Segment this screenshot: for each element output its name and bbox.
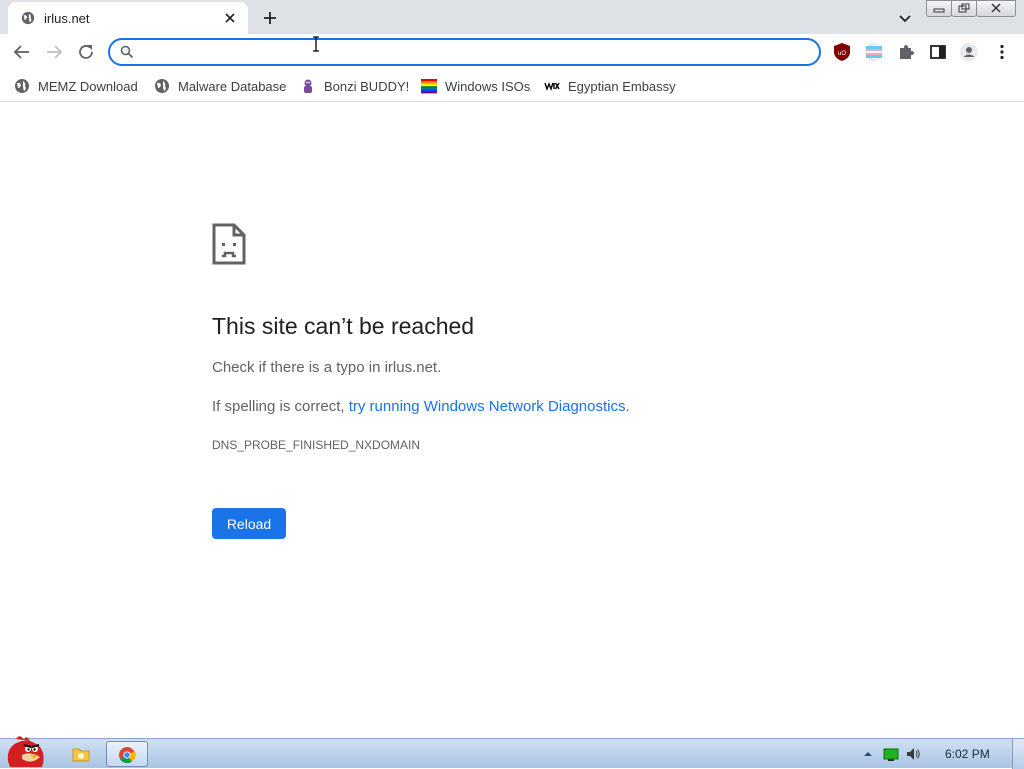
bookmark-label: Egyptian Embassy — [568, 78, 676, 94]
globe-icon — [155, 79, 169, 93]
chrome-icon — [119, 747, 136, 764]
error-typo-hint: Check if there is a typo in irlus.net. — [212, 359, 442, 376]
taskbar: 6:02 PM — [0, 736, 1024, 769]
taskbar-chrome[interactable] — [106, 741, 148, 767]
network-diagnostics-link[interactable]: try running Windows Network Diagnostics — [349, 398, 626, 415]
network-status-icon[interactable] — [883, 746, 899, 762]
puzzle-extensions-icon[interactable] — [896, 42, 916, 62]
bookmarks-bar: MEMZ Download Malware Database Bonzi BUD… — [0, 70, 1024, 102]
bonzi-icon — [304, 79, 312, 93]
reload-button[interactable]: Reload — [212, 508, 286, 539]
text-cursor-icon — [313, 36, 319, 52]
back-arrow-icon[interactable] — [11, 41, 33, 63]
minimize-button[interactable] — [926, 0, 952, 17]
forward-arrow-icon[interactable] — [43, 41, 65, 63]
restore-button[interactable] — [951, 0, 977, 17]
bookmark-label: Windows ISOs — [445, 78, 531, 94]
folder-icon — [72, 748, 90, 762]
restore-icon — [958, 3, 970, 13]
bookmark-bonzi-buddy[interactable]: Bonzi BUDDY! — [300, 76, 409, 96]
error-page: This site can’t be reached Check if ther… — [0, 103, 1024, 738]
address-input[interactable] — [144, 43, 804, 63]
extension-flag-icon[interactable] — [864, 42, 884, 62]
close-window-button[interactable] — [976, 0, 1016, 17]
error-diagnostics-hint: If spelling is correct, try running Wind… — [212, 398, 630, 415]
start-button-angry-bird-icon[interactable] — [2, 731, 50, 769]
tab-title: irlus.net — [44, 11, 90, 26]
bookmark-label: MEMZ Download — [38, 78, 138, 94]
tray-expand-arrow-icon[interactable] — [860, 746, 876, 762]
tab-strip: irlus.net — [0, 0, 1024, 34]
bookmark-egyptian-embassy[interactable]: Egyptian Embassy — [544, 76, 676, 96]
bookmark-label: Bonzi BUDDY! — [324, 78, 410, 94]
error-line2-prefix: If spelling is correct, — [212, 398, 349, 415]
bookmark-label: Malware Database — [178, 78, 287, 94]
close-icon — [991, 3, 1001, 13]
ublock-origin-icon[interactable]: uO — [832, 42, 852, 62]
globe-icon — [21, 11, 35, 25]
bookmark-memz-download[interactable]: MEMZ Download — [14, 76, 138, 96]
rainbow-flag-icon — [421, 79, 437, 94]
sad-document-icon — [212, 223, 246, 265]
side-panel-icon[interactable] — [928, 42, 948, 62]
kebab-menu-icon[interactable] — [992, 42, 1012, 62]
profile-avatar-icon[interactable] — [959, 42, 979, 62]
taskbar-clock[interactable]: 6:02 PM — [945, 747, 990, 761]
chevron-down-icon[interactable] — [894, 7, 916, 29]
toolbar: uO — [0, 34, 1024, 70]
window-controls — [926, 0, 1016, 18]
reload-icon[interactable] — [75, 41, 97, 63]
minimize-icon — [933, 8, 945, 13]
volume-icon[interactable] — [905, 746, 921, 762]
bookmark-malware-database[interactable]: Malware Database — [154, 76, 286, 96]
bookmark-windows-isos[interactable]: Windows ISOs — [421, 76, 530, 96]
close-icon[interactable] — [222, 10, 238, 26]
address-bar[interactable] — [108, 38, 821, 66]
error-title: This site can’t be reached — [212, 313, 475, 339]
error-code: DNS_PROBE_FINISHED_NXDOMAIN — [212, 438, 421, 452]
tab-irlus[interactable]: irlus.net — [8, 2, 248, 34]
search-icon — [120, 45, 134, 59]
svg-text:uO: uO — [838, 51, 846, 57]
taskbar-explorer[interactable] — [60, 741, 102, 767]
show-desktop-button[interactable] — [1012, 739, 1024, 769]
wix-icon — [544, 82, 560, 92]
browser-window: irlus.net uO MEMZ Download Malware Datab… — [0, 0, 1024, 738]
new-tab-plus-icon[interactable] — [259, 7, 281, 29]
globe-icon — [15, 79, 29, 93]
error-line2-suffix: . — [625, 398, 630, 415]
